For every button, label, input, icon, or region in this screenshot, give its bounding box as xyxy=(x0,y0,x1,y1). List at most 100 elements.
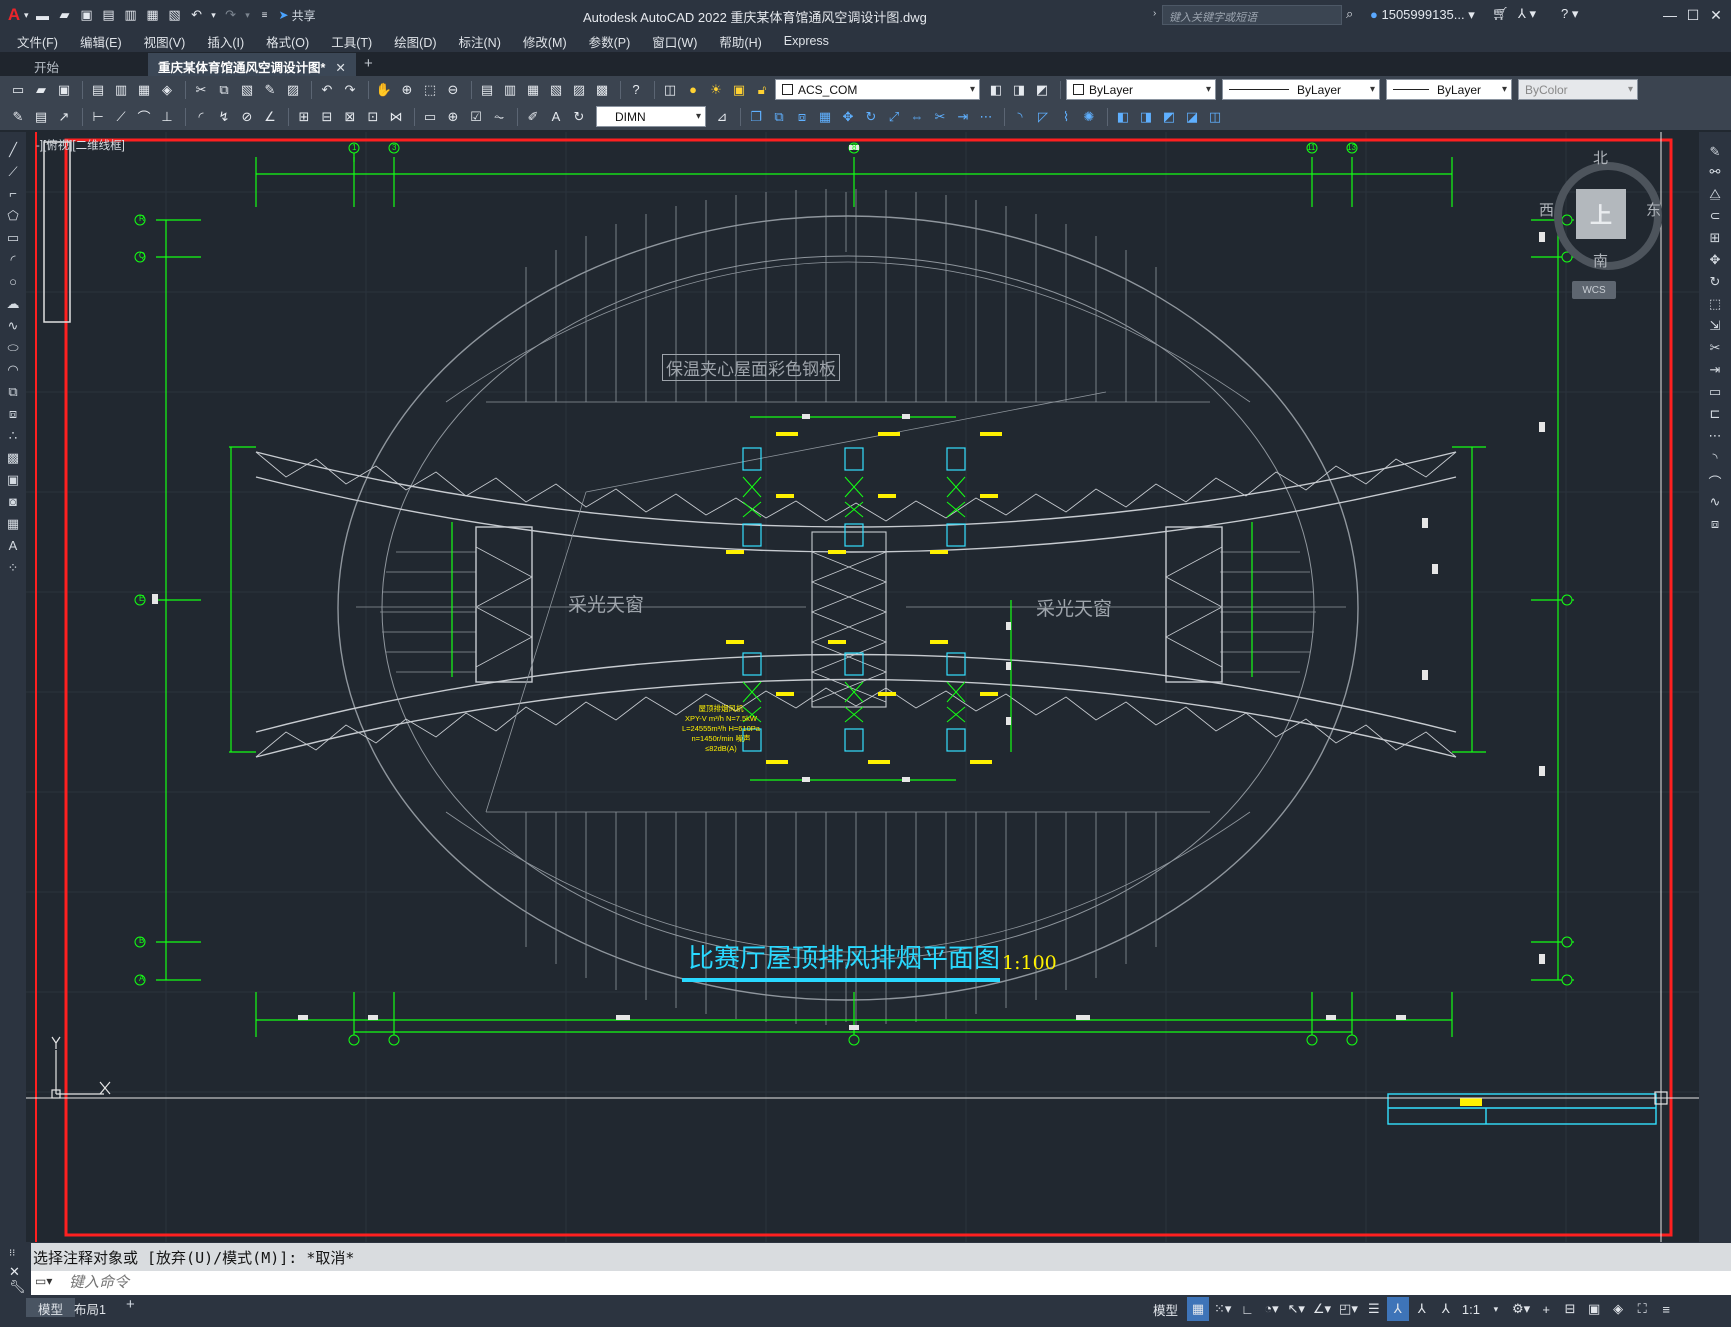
polygon-icon[interactable]: ⬠ xyxy=(3,208,23,224)
table-icon[interactable]: ▤ xyxy=(31,107,51,127)
circle-icon[interactable]: ○ xyxy=(3,274,23,289)
menu-draw[interactable]: 绘图(D) xyxy=(394,32,436,51)
close-icon[interactable]: ✕ xyxy=(1705,4,1727,26)
calculator-icon[interactable]: ▩ xyxy=(592,80,612,100)
search-input[interactable]: 键入关键字或短语 xyxy=(1162,5,1342,25)
arc-icon[interactable]: ◜ xyxy=(3,252,23,268)
save-icon[interactable]: ▣ xyxy=(54,80,74,100)
markup-icon[interactable]: ▨ xyxy=(569,80,589,100)
mtext-icon[interactable]: A xyxy=(3,538,23,553)
command-prompt-icon[interactable]: ▭▾ xyxy=(35,1274,52,1288)
open-file-icon[interactable]: ▰ xyxy=(55,5,75,25)
drawing-canvas[interactable]: -][俯视][二维线框] 北 南 西 东 上 WCS 保温夹心屋面彩色钢板 采光… xyxy=(26,132,1699,1242)
save-as-icon[interactable]: ▤ xyxy=(99,5,119,25)
close-icon[interactable]: ✕ xyxy=(9,1264,20,1280)
erase-icon[interactable]: ✎ xyxy=(1705,144,1725,160)
help-icon[interactable]: ? ▾ xyxy=(1561,6,1578,22)
trim-icon[interactable]: ✂ xyxy=(1705,340,1725,356)
explode-icon[interactable]: ∿ xyxy=(1705,494,1725,510)
quick-properties-icon[interactable]: ▣ xyxy=(1583,1297,1605,1321)
dim-text-edit-icon[interactable]: A xyxy=(546,107,566,127)
chevron-right-icon[interactable]: › xyxy=(1153,8,1156,19)
ellipse-arc-icon[interactable]: ◠ xyxy=(3,362,23,378)
hatch-icon[interactable]: ▩ xyxy=(3,450,23,466)
fillet-icon[interactable]: ◝ xyxy=(1705,450,1725,466)
jogged-linear-icon[interactable]: ⏦ xyxy=(489,107,509,127)
polyline-icon[interactable]: ⌐ xyxy=(3,186,23,201)
menu-dimension[interactable]: 标注(N) xyxy=(459,32,501,51)
isodraft-icon[interactable]: ↖▾ xyxy=(1284,1297,1307,1321)
menu-insert[interactable]: 插入(I) xyxy=(207,32,244,51)
object-snap-tracking-icon[interactable]: ∠▾ xyxy=(1310,1297,1334,1321)
dim-break-icon[interactable]: ⋈ xyxy=(386,107,406,127)
units-icon[interactable]: ⊟ xyxy=(1559,1297,1581,1321)
spline-icon[interactable]: ∿ xyxy=(3,318,23,334)
region-icon[interactable]: ◙ xyxy=(3,494,23,509)
redo-icon[interactable]: ↷ xyxy=(340,80,360,100)
plot-icon[interactable]: ▤ xyxy=(88,80,108,100)
tolerance-icon[interactable]: ▭ xyxy=(420,107,440,127)
layer-thaw-icon[interactable]: ☀ xyxy=(706,80,726,100)
snap-icon[interactable]: ⁙▾ xyxy=(1211,1297,1234,1321)
revcloud-icon[interactable]: ☁ xyxy=(3,296,23,312)
copy-icon[interactable]: ⧉ xyxy=(214,80,234,100)
open-web-icon[interactable]: ▥ xyxy=(121,5,141,25)
line-icon[interactable]: ╱ xyxy=(3,142,23,158)
construction-line-icon[interactable]: ⟋ xyxy=(3,164,23,180)
bring-front-icon[interactable]: ◨ xyxy=(1136,107,1156,127)
make-block-icon[interactable]: ⧈ xyxy=(3,406,23,422)
layer-viewport-icon[interactable]: ▣ xyxy=(729,80,749,100)
ortho-icon[interactable]: ∟ xyxy=(1236,1297,1258,1321)
lineweight-dropdown[interactable]: ByLayer ▾ xyxy=(1386,79,1512,100)
layer-on-icon[interactable]: ● xyxy=(683,80,703,100)
diameter-dim-icon[interactable]: ⊘ xyxy=(237,107,257,127)
join-icon[interactable]: ⊏ xyxy=(1705,406,1725,422)
compass-east[interactable]: 东 xyxy=(1646,199,1661,220)
offset-icon[interactable]: ⊂ xyxy=(1705,208,1725,224)
undo-dropdown-icon[interactable]: ▾ xyxy=(209,5,219,25)
plot-icon[interactable]: ▧ xyxy=(165,5,185,25)
search-icon[interactable]: ⌕ xyxy=(1346,6,1353,22)
polar-icon[interactable]: ◔▾ xyxy=(1260,1297,1282,1321)
rectangle-icon[interactable]: ▭ xyxy=(3,230,23,246)
sheet-set-icon[interactable]: ▧ xyxy=(546,80,566,100)
model-space-button[interactable]: 模型 xyxy=(1150,1297,1181,1321)
text-front-icon[interactable]: ◪ xyxy=(1182,107,1202,127)
customization-icon[interactable]: ≡ xyxy=(1655,1297,1677,1321)
publish-icon[interactable]: ▦ xyxy=(134,80,154,100)
dimstyle-dropdown[interactable]: DIMN ▾ xyxy=(596,106,706,127)
break-icon[interactable]: ▭ xyxy=(1705,384,1725,400)
blend-icon[interactable]: ⌇ xyxy=(1056,107,1076,127)
cut-icon[interactable]: ✂ xyxy=(191,80,211,100)
tool-palettes-icon[interactable]: ▦ xyxy=(523,80,543,100)
command-input[interactable] xyxy=(69,1272,1669,1293)
compass-west[interactable]: 西 xyxy=(1539,199,1554,220)
dim-space-icon[interactable]: ⊡ xyxy=(363,107,383,127)
share-button[interactable]: ➤ 共享 xyxy=(279,7,316,24)
angular-dim-icon[interactable]: ∠ xyxy=(260,107,280,127)
save-web-icon[interactable]: ▦ xyxy=(143,5,163,25)
new-icon[interactable]: ▭ xyxy=(8,80,28,100)
menu-modify[interactable]: 修改(M) xyxy=(523,32,567,51)
menu-window[interactable]: 窗口(W) xyxy=(652,32,697,51)
minimize-icon[interactable]: — xyxy=(1659,4,1681,26)
chamfer-icon[interactable]: ⋯ xyxy=(1705,428,1725,444)
menu-format[interactable]: 格式(O) xyxy=(266,32,309,51)
new-tab-icon[interactable]: + xyxy=(364,55,373,72)
inspect-icon[interactable]: ☑ xyxy=(466,107,486,127)
layer-previous-icon[interactable]: ◨ xyxy=(1009,80,1029,100)
properties-icon[interactable]: ▤ xyxy=(477,80,497,100)
tab-drawing[interactable]: 重庆某体育馆通风空调设计图* ✕ xyxy=(148,53,356,76)
viewcube[interactable]: 北 南 西 东 上 WCS xyxy=(1539,147,1666,299)
gradient-icon[interactable]: ▣ xyxy=(3,472,23,488)
annotation-scale-icon[interactable]: ⅄ xyxy=(1435,1297,1457,1321)
grip-icon[interactable]: ⁝⁝ xyxy=(9,1248,15,1259)
stretch-icon[interactable]: ⇲ xyxy=(1705,318,1725,334)
pan-icon[interactable]: ✋ xyxy=(374,80,394,100)
linear-dim-icon[interactable]: ⊢ xyxy=(88,107,108,127)
mirror-icon[interactable]: ⧉ xyxy=(769,107,789,127)
compass-south[interactable]: 南 xyxy=(1593,250,1608,271)
move-icon[interactable]: ✥ xyxy=(1705,252,1725,268)
scale-icon[interactable]: ⬚ xyxy=(1705,296,1725,312)
draw-order-icon[interactable]: ◧ xyxy=(1113,107,1133,127)
